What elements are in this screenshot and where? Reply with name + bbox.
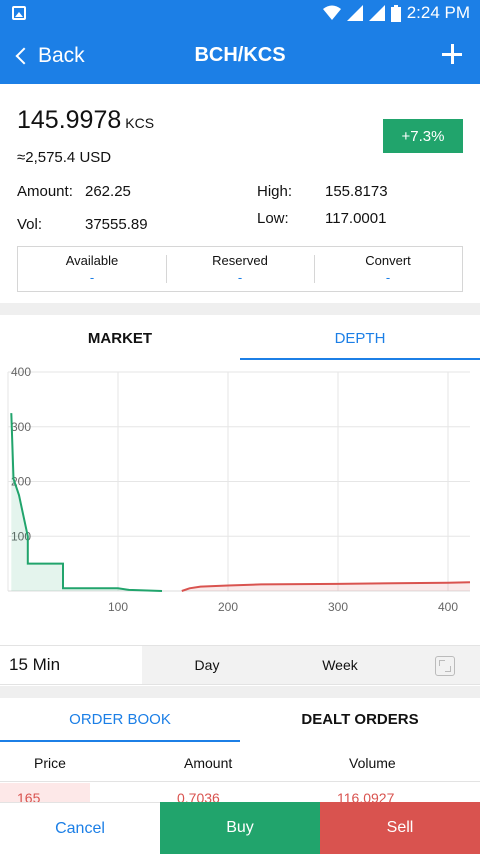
plus-icon[interactable] xyxy=(440,40,464,68)
page-title: BCH/KCS xyxy=(194,44,286,66)
section-divider xyxy=(0,303,480,315)
clock-text: 2:24 PM xyxy=(406,3,470,22)
buy-button[interactable]: Buy xyxy=(160,802,320,854)
y-tick-label: 400 xyxy=(11,365,31,379)
x-tick-label: 200 xyxy=(218,600,238,614)
tab-indicator-book xyxy=(0,740,240,742)
col-price: Price xyxy=(34,755,66,771)
price-unit: KCS xyxy=(125,115,155,131)
tab-dealt-orders[interactable]: DEALT ORDERS xyxy=(240,700,480,740)
high-label: High: xyxy=(257,183,293,200)
x-tick-label: 300 xyxy=(328,600,348,614)
col-amount: Amount xyxy=(184,755,233,771)
col-volume: Volume xyxy=(349,755,396,771)
depth-bar xyxy=(0,783,90,803)
interval-day[interactable]: Day xyxy=(142,646,272,684)
sell-button[interactable]: Sell xyxy=(320,802,480,854)
low-label: Low: xyxy=(257,210,289,227)
tab-market[interactable]: MARKET xyxy=(0,320,240,362)
gallery-icon xyxy=(12,6,26,20)
amount-label: Amount: xyxy=(17,183,73,200)
tab-order-book[interactable]: ORDER BOOK xyxy=(0,700,240,740)
balance-value: - xyxy=(385,270,391,285)
vol-label: Vol: xyxy=(17,216,43,233)
expand-icon[interactable] xyxy=(435,656,455,676)
order-book-header: Price Amount Volume xyxy=(0,744,480,782)
balance-label: Convert xyxy=(365,253,411,268)
interval-bar: 15 Min Day Week xyxy=(0,645,480,685)
tab-indicator xyxy=(240,358,480,360)
interval-week[interactable]: Week xyxy=(272,646,408,684)
balance-label: Reserved xyxy=(212,253,268,268)
amount-value: 262.25 xyxy=(85,183,131,200)
balance-value: - xyxy=(89,270,95,285)
balance-available: Available - xyxy=(18,247,166,291)
signal-icon xyxy=(346,5,363,21)
interval-15min[interactable]: 15 Min xyxy=(0,646,142,684)
status-icons: 2:24 PM xyxy=(322,3,470,23)
section-divider-2 xyxy=(0,686,480,698)
action-bar: Cancel Buy Sell xyxy=(0,802,480,854)
signal-icon-2 xyxy=(368,5,385,21)
price-value: 145.9978 xyxy=(17,106,122,134)
status-bar: 2:24 PM xyxy=(0,0,480,28)
x-tick-label: 400 xyxy=(438,600,458,614)
y-tick-label: 300 xyxy=(11,420,31,434)
balance-convert[interactable]: Convert - xyxy=(314,247,462,291)
wifi-icon xyxy=(322,5,341,20)
change-badge: +7.3% xyxy=(383,119,463,153)
bids-line xyxy=(10,413,163,592)
cancel-button[interactable]: Cancel xyxy=(0,802,160,854)
balance-box: Available - Reserved - Convert - xyxy=(17,246,463,292)
app-bar: Back BCH/KCS xyxy=(0,28,480,84)
balance-reserved: Reserved - xyxy=(166,247,314,291)
balance-value: - xyxy=(237,270,243,285)
balance-label: Available xyxy=(65,253,119,268)
vol-value: 37555.89 xyxy=(85,216,148,233)
last-price: 145.9978 KCS xyxy=(17,106,154,135)
low-value: 117.0001 xyxy=(325,210,387,227)
usd-price: ≈2,575.4 USD xyxy=(17,149,112,166)
high-value: 155.8173 xyxy=(325,183,388,200)
battery-icon xyxy=(390,4,401,22)
table-row[interactable]: 165 0.7036 116.0927 xyxy=(0,783,480,803)
tab-depth[interactable]: DEPTH xyxy=(240,320,480,362)
x-tick-label: 100 xyxy=(108,600,128,614)
depth-chart: 100 200 300 400100200300400 xyxy=(7,365,471,614)
